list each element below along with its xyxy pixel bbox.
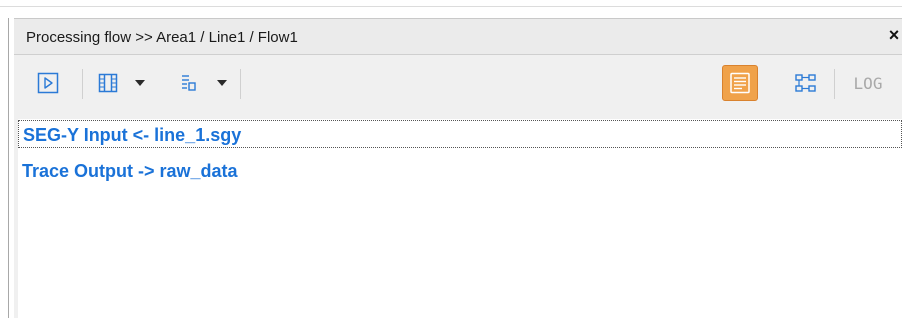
list-item[interactable]: Trace Output -> raw_data <box>18 157 902 185</box>
panel-titlebar: Processing flow >> Area1 / Line1 / Flow1… <box>14 18 902 55</box>
panel-title: Processing flow >> Area1 / Line1 / Flow1 <box>26 29 298 46</box>
toolbar-separator <box>240 69 241 99</box>
module-label: Trace Output -> raw_data <box>22 161 238 181</box>
panel-left-border <box>8 18 9 318</box>
tree-layout-button[interactable] <box>174 69 202 97</box>
window-top-border <box>0 6 902 7</box>
list-view-button[interactable] <box>722 65 758 101</box>
toolbar-separator <box>82 69 83 99</box>
toolbar-separator <box>834 69 835 99</box>
chevron-down-icon[interactable] <box>217 80 227 86</box>
columns-icon <box>98 73 118 93</box>
flow-module-list[interactable]: SEG-Y Input <- line_1.sgy Trace Output -… <box>18 119 902 318</box>
log-icon: LOG <box>853 73 883 93</box>
diagram-view-button[interactable] <box>792 69 820 97</box>
play-icon <box>37 72 59 94</box>
log-button[interactable]: LOG <box>848 69 888 97</box>
close-icon[interactable]: × <box>886 25 902 45</box>
list-view-icon <box>730 72 750 94</box>
flow-toolbar: LOG <box>14 55 902 115</box>
module-label: SEG-Y Input <- line_1.sgy <box>23 125 242 145</box>
run-flow-button[interactable] <box>34 69 62 97</box>
chevron-down-icon[interactable] <box>135 80 145 86</box>
columns-button[interactable] <box>94 69 122 97</box>
list-item[interactable]: SEG-Y Input <- line_1.sgy <box>18 120 902 148</box>
diagram-view-icon <box>795 74 816 92</box>
tree-layout-icon <box>182 75 196 91</box>
processing-flow-panel: Processing flow >> Area1 / Line1 / Flow1… <box>14 18 902 318</box>
